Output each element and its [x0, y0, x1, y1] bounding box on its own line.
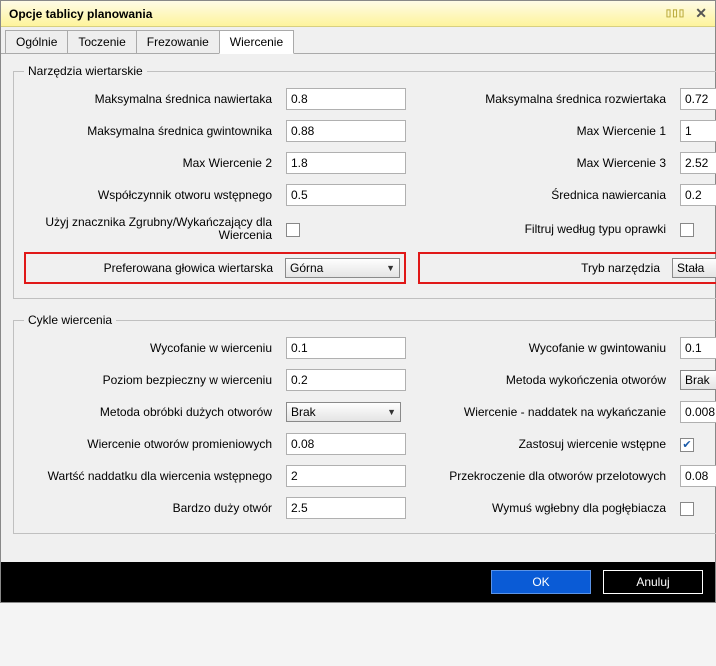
label-max-spot: Maksymalna średnica nawiertaka	[24, 92, 274, 106]
highlight-pref-head: Preferowana głowica wiertarska Górna ▼	[24, 252, 406, 284]
check-rough-finish[interactable]	[286, 223, 300, 237]
select-finish-method-value: Brak	[685, 373, 710, 387]
label-very-big: Bardzo duży otwór	[24, 501, 274, 515]
label-max-drill1: Max Wiercenie 1	[418, 124, 668, 138]
legend-drilltools: Narzędzia wiertarskie	[24, 64, 147, 78]
window-title: Opcje tablicy planowania	[9, 7, 666, 21]
input-retract-tap[interactable]	[680, 337, 716, 359]
select-tool-mode[interactable]: Stała ▼	[672, 258, 716, 278]
input-max-drill1[interactable]	[680, 120, 716, 142]
input-finish-allow[interactable]	[680, 401, 716, 423]
chevron-down-icon: ▼	[386, 263, 395, 273]
titlebar: Opcje tablicy planowania ▯▯▯ ✕	[1, 1, 715, 27]
select-bighole-method-value: Brak	[291, 405, 316, 419]
label-apply-pilot: Zastosuj wiercenie wstępne	[418, 437, 668, 451]
input-spot-dia[interactable]	[680, 184, 716, 206]
tab-milling[interactable]: Frezowanie	[136, 30, 220, 54]
input-max-spot[interactable]	[286, 88, 406, 110]
check-force-deep[interactable]	[680, 502, 694, 516]
tab-turning[interactable]: Toczenie	[67, 30, 136, 54]
check-filter-holder[interactable]	[680, 223, 694, 237]
legend-drillcycles: Cykle wiercenia	[24, 313, 116, 327]
label-pilot-allow: Wartść naddatku dla wiercenia wstępnego	[24, 470, 274, 483]
input-max-drill2[interactable]	[286, 152, 406, 174]
input-pilot-allow[interactable]	[286, 465, 406, 487]
label-rough-finish: Użyj znacznika Zgrubny/Wykańczający dla …	[24, 216, 274, 242]
select-finish-method[interactable]: Brak ▼	[680, 370, 716, 390]
label-max-drill2: Max Wiercenie 2	[24, 156, 274, 170]
select-pref-head-value: Górna	[290, 261, 323, 275]
tab-general[interactable]: Ogólnie	[5, 30, 68, 54]
close-icon[interactable]: ✕	[695, 5, 707, 22]
input-safe-level[interactable]	[286, 369, 406, 391]
label-finish-method: Metoda wykończenia otworów	[418, 373, 668, 387]
input-retract-drill[interactable]	[286, 337, 406, 359]
panel-content: Narzędzia wiertarskie Maksymalna średnic…	[1, 54, 715, 562]
input-max-reamer[interactable]	[680, 88, 716, 110]
cancel-button[interactable]: Anuluj	[603, 570, 703, 594]
label-radial-drill: Wiercenie otworów promieniowych	[24, 437, 274, 451]
input-very-big[interactable]	[286, 497, 406, 519]
label-pref-head: Preferowana głowica wiertarska	[30, 261, 275, 275]
group-drilltools: Narzędzia wiertarskie Maksymalna średnic…	[13, 64, 716, 299]
tab-drilling[interactable]: Wiercenie	[219, 30, 294, 54]
grip-icon: ▯▯▯	[666, 8, 686, 19]
label-filter-holder: Filtruj według typu oprawki	[418, 222, 668, 236]
label-safe-level: Poziom bezpieczny w wierceniu	[24, 373, 274, 387]
label-through-over: Przekroczenie dla otworów przelotowych	[418, 470, 668, 483]
label-bighole-method: Metoda obróbki dużych otworów	[24, 405, 274, 419]
dialog-window: Opcje tablicy planowania ▯▯▯ ✕ Ogólnie T…	[0, 0, 716, 603]
ok-button[interactable]: OK	[491, 570, 591, 594]
input-pilot-factor[interactable]	[286, 184, 406, 206]
select-tool-mode-value: Stała	[677, 261, 704, 275]
select-pref-head[interactable]: Górna ▼	[285, 258, 400, 278]
input-through-over[interactable]	[680, 465, 716, 487]
label-pilot-factor: Współczynnik otworu wstępnego	[24, 188, 274, 202]
label-finish-allow: Wiercenie - naddatek na wykańczanie	[418, 405, 668, 419]
label-max-reamer: Maksymalna średnica rozwiertaka	[418, 92, 668, 106]
input-max-drill3[interactable]	[680, 152, 716, 174]
buttonbar: OK Anuluj	[1, 562, 715, 602]
select-bighole-method[interactable]: Brak ▼	[286, 402, 401, 422]
label-spot-dia: Średnica nawiercania	[418, 188, 668, 202]
input-max-tap[interactable]	[286, 120, 406, 142]
input-radial-drill[interactable]	[286, 433, 406, 455]
group-drillcycles: Cykle wiercenia Wycofanie w wierceniu Wy…	[13, 313, 716, 534]
highlight-tool-mode: Tryb narzędzia Stała ▼	[418, 252, 716, 284]
label-max-tap: Maksymalna średnica gwintownika	[24, 124, 274, 138]
tabstrip: Ogólnie Toczenie Frezowanie Wiercenie	[1, 27, 715, 54]
label-retract-tap: Wycofanie w gwintowaniu	[418, 341, 668, 355]
label-force-deep: Wymuś wgłebny dla pogłębiacza	[418, 501, 668, 515]
label-max-drill3: Max Wiercenie 3	[418, 156, 668, 170]
label-tool-mode: Tryb narzędzia	[424, 261, 662, 275]
chevron-down-icon: ▼	[387, 407, 396, 417]
label-retract-drill: Wycofanie w wierceniu	[24, 341, 274, 355]
check-apply-pilot[interactable]	[680, 438, 694, 452]
